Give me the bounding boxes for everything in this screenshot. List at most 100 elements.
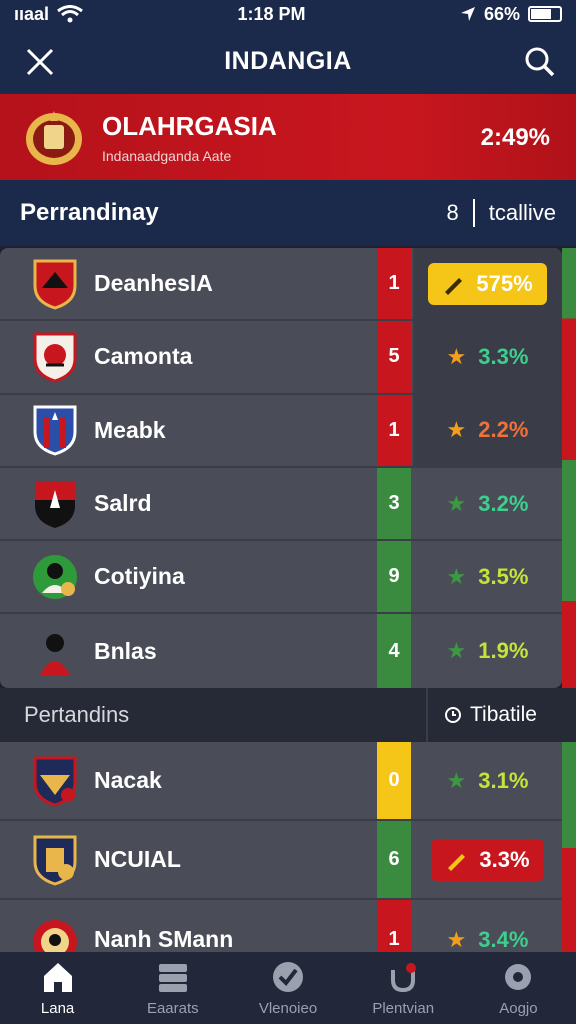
team-crest-icon [33, 919, 77, 954]
list-item[interactable]: Nacak 0 ★ 3.1% [0, 742, 562, 821]
list-item[interactable]: DeanhesIA 1 575% [0, 248, 562, 322]
team-stat: 575% [413, 248, 562, 320]
stat-value: 3.1% [478, 767, 529, 793]
team-rank: 3 [377, 467, 411, 540]
time-filter[interactable]: Tibatile [426, 688, 576, 742]
tab-label: Aogjo [499, 999, 538, 1017]
clock-icon [445, 707, 461, 723]
list-item[interactable]: Camonta 5 ★ 3.3% [0, 321, 562, 395]
team-crest-icon [33, 259, 77, 310]
banner-percent: 2:49% [480, 124, 550, 151]
tab-label: Eaarats [146, 999, 199, 1017]
team-crest-icon [33, 756, 77, 807]
team-stat: ★ 3.5% [413, 541, 562, 612]
tab-news[interactable]: Eaarats [115, 952, 230, 1024]
home-icon [43, 962, 72, 992]
close-icon [26, 48, 54, 76]
upcoming-list: Nacak 0 ★ 3.1% NCUIAL 6 3.3% Nanh SMann … [0, 742, 562, 954]
star-icon: ★ [446, 638, 467, 664]
list-item[interactable]: Cotiyina 9 ★ 3.5% [0, 541, 562, 615]
star-icon: ★ [446, 343, 467, 369]
wifi-icon [57, 5, 83, 23]
list-item[interactable]: Salrd 3 ★ 3.2% [0, 467, 562, 542]
news-icon [158, 963, 187, 992]
league-banner[interactable]: OLAHRGASIA Indanaadganda Aate 2:49% [0, 94, 576, 180]
divider [472, 199, 475, 227]
tab-label: Lana [40, 999, 75, 1017]
star-icon: ★ [446, 767, 467, 793]
tab-results[interactable]: Vlenoieo [230, 952, 345, 1024]
stat-value: 3.5% [478, 563, 529, 589]
team-avatar-icon [33, 554, 77, 599]
team-stat: 3.3% [413, 821, 562, 898]
list-item[interactable]: NCUIAL 6 3.3% [0, 821, 562, 900]
list-item[interactable]: Nanh SMann 1 ★ 3.4% [0, 900, 562, 954]
team-rank: 6 [377, 821, 411, 898]
stat-value: 3.2% [478, 490, 529, 516]
clock: 1:18 PM [237, 3, 306, 24]
tab-label: Vlenoieo [258, 999, 318, 1017]
team-rank: 1 [377, 248, 411, 320]
section-header-upcoming: Pertandins Tibatile [0, 688, 576, 742]
team-name: Bnlas [94, 637, 157, 664]
team-stat: ★ 3.1% [413, 742, 562, 819]
settings-icon [505, 963, 532, 990]
star-icon: ★ [446, 563, 467, 589]
team-rank: 1 [377, 394, 411, 466]
team-rank: 0 [377, 742, 411, 819]
edit-icon [448, 853, 466, 871]
stat-value: 3.4% [478, 926, 529, 952]
stat-value: 1.9% [478, 638, 529, 664]
banner-title: OLAHRGASIA [102, 110, 277, 141]
team-stat: ★ 3.4% [413, 900, 562, 954]
time-filter-label: Tibatile [470, 703, 537, 726]
section-title: Perrandinay [20, 199, 159, 226]
team-name: Salrd [94, 490, 152, 517]
stat-value: 2.2% [478, 417, 529, 443]
star-icon: ★ [446, 417, 467, 443]
team-stat: ★ 1.9% [413, 614, 562, 687]
location-icon [460, 7, 475, 21]
team-name: Nacak [94, 767, 162, 793]
stat-badge[interactable]: 3.3% [431, 838, 544, 881]
stat-value: 3.3% [478, 343, 529, 369]
team-name: NCUIAL [94, 846, 181, 872]
live-filter[interactable]: tcallive [489, 200, 556, 226]
side-indicator [562, 248, 576, 954]
app-header: INDANGIA [0, 28, 576, 94]
banner-subtitle: Indanaadganda Aate [102, 147, 232, 164]
team-crest-icon [33, 332, 77, 383]
team-stat: ★ 3.2% [413, 468, 562, 539]
section-title: Pertandins [24, 702, 130, 727]
team-rank: 1 [377, 900, 411, 954]
team-rank: 9 [377, 541, 411, 613]
bottom-tab-bar: Lana Eaarats Vlenoieo Plentvian Aogjo [0, 952, 576, 1024]
edit-icon [445, 277, 463, 295]
team-stat: ★ 2.2% [413, 394, 562, 466]
team-rank: 4 [377, 614, 411, 688]
list-item[interactable]: Meabk 1 ★ 2.2% [0, 394, 562, 468]
team-avatar-icon [40, 634, 70, 676]
stat-value: 575% [476, 270, 533, 296]
tab-settings[interactable]: Aogjo [461, 952, 576, 1024]
live-count: 8 [446, 200, 459, 225]
match-list: DeanhesIA 1 575% Camonta 5 ★ 3.3% Meabk … [0, 248, 562, 688]
team-name: Cotiyina [94, 563, 185, 590]
stat-badge[interactable]: 575% [428, 262, 547, 305]
search-button[interactable] [520, 42, 560, 82]
status-bar: ııaal 1:18 PM 66% [0, 0, 576, 28]
battery-percent: 66% [483, 3, 520, 24]
page-title: INDANGIA [224, 46, 352, 75]
team-stat: ★ 3.3% [413, 321, 562, 393]
league-crest-icon [26, 111, 82, 165]
tab-label: Plentvian [372, 999, 435, 1017]
close-button[interactable] [20, 42, 60, 82]
team-crest-icon [33, 835, 77, 886]
star-icon: ★ [446, 926, 467, 952]
tab-notifications[interactable]: Plentvian [346, 952, 461, 1024]
team-crest-icon [33, 405, 77, 456]
list-item[interactable]: Bnlas 4 ★ 1.9% [0, 614, 562, 688]
carrier-label: ııaal [14, 3, 50, 24]
tab-home[interactable]: Lana [0, 952, 115, 1024]
team-crest-icon [35, 480, 75, 528]
